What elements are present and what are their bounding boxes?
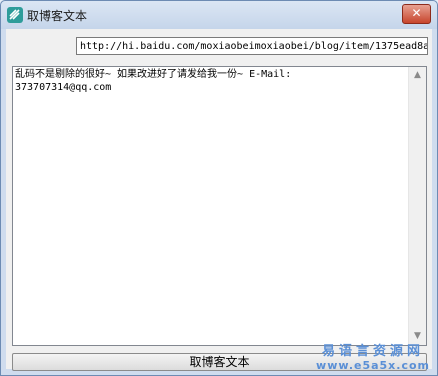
close-button[interactable]: ✕: [402, 4, 431, 24]
result-text: 乱码不是剔除的很好~ 如果改进好了请发给我一份~ E-Mail: 3737073…: [15, 69, 292, 93]
watermark-cn: 易语言资源网: [322, 344, 425, 359]
title-bar[interactable]: 取博客文本 ✕: [1, 1, 437, 29]
result-textarea[interactable]: 乱码不是剔除的很好~ 如果改进好了请发给我一份~ E-Mail: 3737073…: [12, 66, 427, 346]
url-input[interactable]: http://hi.baidu.com/moxiaobeimoxiaobei/b…: [76, 37, 428, 55]
watermark-en: www.e5a5x.com: [316, 359, 430, 372]
watermark: 易语言资源网 www.e5a5x.com: [316, 340, 430, 372]
vertical-scrollbar[interactable]: ▲ ▼: [408, 67, 426, 345]
app-window: 取博客文本 ✕ http://hi.baidu.com/moxiaobeimox…: [0, 0, 438, 376]
app-icon: [7, 7, 23, 23]
scroll-up-arrow-icon[interactable]: ▲: [409, 67, 426, 84]
close-icon: ✕: [411, 6, 422, 20]
window-title: 取博客文本: [27, 9, 88, 23]
client-area: http://hi.baidu.com/moxiaobeimoxiaobei/b…: [6, 29, 432, 371]
